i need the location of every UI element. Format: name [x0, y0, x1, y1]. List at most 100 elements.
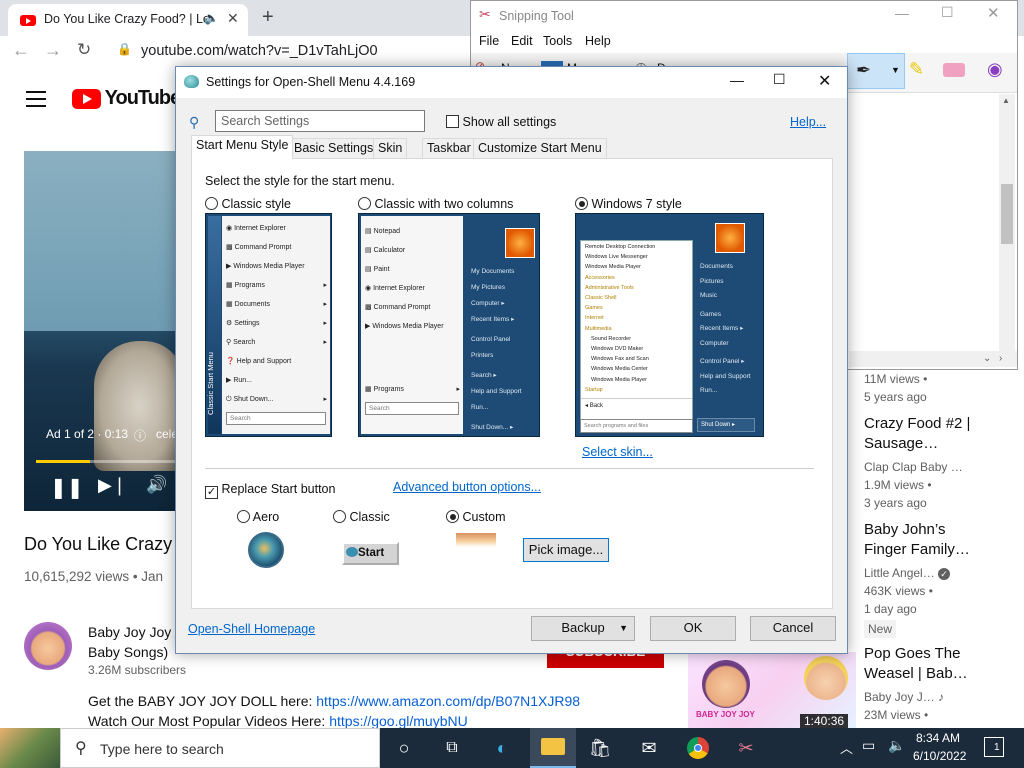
- url-text[interactable]: youtube.com/watch?v=_D1vTahLjO0: [141, 43, 378, 59]
- rec-item-3[interactable]: Baby John’s Finger Family… Little Angel……: [864, 520, 970, 638]
- popular-videos-link[interactable]: https://goo.gl/muybNU: [329, 713, 468, 729]
- next-icon[interactable]: ▶❘: [98, 475, 127, 496]
- tab-customize-start-menu[interactable]: Customize Start Menu: [473, 138, 607, 158]
- taskbar-explorer-button[interactable]: [530, 728, 576, 768]
- cancel-button[interactable]: Cancel: [750, 616, 836, 641]
- channel-avatar[interactable]: [24, 622, 72, 670]
- dialog-minimize-icon[interactable]: —: [730, 72, 744, 88]
- description-line-1: Get the BABY JOY JOY DOLL here: https://…: [88, 693, 581, 709]
- show-all-settings[interactable]: Show all settings: [446, 115, 556, 129]
- help-link[interactable]: Help...: [790, 115, 826, 129]
- snip-maximize-icon[interactable]: ☐: [941, 4, 954, 21]
- highlighter-icon[interactable]: ✎: [909, 59, 924, 80]
- chrome-taskbar-icon[interactable]: [686, 736, 710, 760]
- cortana-icon[interactable]: ○: [392, 736, 416, 760]
- tab-taskbar[interactable]: Taskbar: [422, 138, 476, 158]
- windows7-style-preview[interactable]: Remote Desktop Connection Windows Live M…: [575, 213, 764, 437]
- two-columns-preview[interactable]: ▤ Notepad ▤ Calculator ▤ Paint ◉ Interne…: [358, 213, 540, 437]
- taskbar-search-box[interactable]: ⚲ Type here to search: [60, 728, 380, 768]
- amazon-link[interactable]: https://www.amazon.com/dp/B07N1XJR98: [316, 693, 580, 709]
- lock-icon[interactable]: 🔒: [117, 42, 132, 56]
- menu-tools[interactable]: Tools: [543, 34, 572, 48]
- tab-skin[interactable]: Skin: [373, 138, 408, 158]
- menu-edit[interactable]: Edit: [511, 34, 533, 48]
- youtube-logo[interactable]: YouTube: [72, 87, 181, 110]
- replace-start-button-checkbox[interactable]: ✓ Replace Start button: [205, 482, 335, 499]
- new-badge: New: [864, 620, 897, 638]
- new-tab-button[interactable]: +: [262, 6, 274, 29]
- paint3d-icon[interactable]: ◉: [987, 59, 1003, 80]
- tab-basic-settings[interactable]: Basic Settings: [289, 138, 379, 158]
- rec-item-4[interactable]: Pop Goes The Weasel | Bab… Baby Joy J… ♪…: [864, 644, 968, 724]
- hamburger-menu-icon[interactable]: [26, 91, 46, 107]
- clock-date[interactable]: 6/10/2022: [913, 749, 966, 763]
- video-title: Do You Like Crazy: [24, 534, 173, 554]
- dialog-close-icon[interactable]: ✕: [818, 71, 831, 91]
- pen-tool-button[interactable]: ✒ ▼: [847, 53, 905, 89]
- show-hidden-icons[interactable]: ︿: [840, 738, 853, 757]
- rec-item-1[interactable]: 11M views • 5 years ago: [864, 370, 927, 406]
- task-view-icon[interactable]: ⧉: [440, 736, 464, 760]
- radio-classic-two-columns[interactable]: Classic with two columns: [358, 197, 513, 211]
- rec-item-2[interactable]: Crazy Food #2 | Sausage… Clap Clap Baby …: [864, 414, 970, 512]
- menu-file[interactable]: File: [479, 34, 499, 48]
- volume-taskbar-icon[interactable]: 🔈: [888, 737, 905, 754]
- scroll-down-icon[interactable]: ⌄: [983, 353, 991, 364]
- search-settings-input[interactable]: Search Settings: [215, 110, 425, 132]
- dialog-maximize-icon[interactable]: ☐: [773, 71, 786, 88]
- radio-aero[interactable]: Aero: [237, 510, 279, 524]
- select-skin-link[interactable]: Select skin...: [582, 445, 653, 459]
- snip-minimize-icon[interactable]: —: [895, 5, 909, 21]
- snipping-menubar: File Edit Tools Help: [471, 31, 1017, 51]
- tab-start-menu-style[interactable]: Start Menu Style: [191, 135, 294, 159]
- notification-center-icon[interactable]: 1: [984, 737, 1004, 757]
- network-icon[interactable]: ▭: [862, 737, 875, 754]
- scroll-up-icon[interactable]: ▲: [1002, 96, 1010, 105]
- classic-style-preview[interactable]: Classic Start Menu ◉ Internet Explorer ▩…: [205, 213, 332, 437]
- aero-button-preview: [248, 532, 284, 568]
- progress-bar[interactable]: [36, 460, 184, 463]
- advanced-button-options-link[interactable]: Advanced button options...: [393, 480, 541, 494]
- show-all-checkbox[interactable]: [446, 115, 459, 128]
- start-button[interactable]: [0, 728, 60, 768]
- snip-horizontal-scrollbar[interactable]: › ⌄: [849, 351, 1017, 367]
- pause-icon[interactable]: ❚❚: [50, 475, 84, 500]
- forward-arrow-icon[interactable]: →: [44, 40, 62, 61]
- tab-audio-icon[interactable]: 🔈: [204, 11, 219, 25]
- eraser-icon[interactable]: [943, 63, 965, 77]
- backup-button[interactable]: Backup ▼: [531, 616, 635, 641]
- clock-time[interactable]: 8:34 AM: [916, 731, 960, 745]
- radio-custom-button[interactable]: Custom: [446, 510, 506, 524]
- reload-icon[interactable]: ↻: [77, 40, 91, 60]
- edge-icon[interactable]: ◐: [490, 736, 514, 760]
- snipping-title: Snipping Tool: [499, 9, 574, 23]
- info-icon[interactable]: ⓘ: [134, 427, 146, 444]
- scroll-right-icon[interactable]: ›: [999, 353, 1002, 364]
- snip-close-icon[interactable]: ✕: [987, 4, 1000, 22]
- video-views: 10,615,292 views • Jan: [24, 569, 164, 584]
- volume-icon[interactable]: 🔊: [146, 475, 167, 495]
- dialog-title: Settings for Open-Shell Menu 4.4.169: [206, 75, 416, 89]
- rec-thumbnail-4[interactable]: BABY JOY JOY 1:40:36: [688, 652, 856, 728]
- snip-vertical-scrollbar[interactable]: ▲: [999, 94, 1015, 358]
- ok-button[interactable]: OK: [650, 616, 736, 641]
- channel-name[interactable]: Baby Joy Joy: [88, 624, 171, 640]
- radio-classic-style[interactable]: Classic style: [205, 197, 291, 211]
- back-arrow-icon[interactable]: ←: [12, 40, 30, 61]
- radio-windows7-style[interactable]: Windows 7 style: [575, 197, 682, 211]
- menu-help[interactable]: Help: [585, 34, 611, 48]
- pen-dropdown-icon[interactable]: ▼: [891, 65, 900, 75]
- store-icon[interactable]: 🛍: [588, 736, 612, 760]
- tab-close-icon[interactable]: ✕: [227, 10, 239, 27]
- mail-icon[interactable]: ✉: [637, 736, 661, 760]
- scroll-thumb[interactable]: [1001, 184, 1013, 244]
- tab-panel: Select the style for the start menu. Cla…: [191, 158, 833, 609]
- verified-icon: ✓: [938, 568, 951, 580]
- select-style-label: Select the style for the start menu.: [205, 174, 395, 188]
- browser-tab[interactable]: Do You Like Crazy Food? | Le 🔈 ✕: [8, 4, 248, 36]
- open-shell-homepage-link[interactable]: Open-Shell Homepage: [188, 622, 315, 636]
- snipping-tool-taskbar-icon[interactable]: ✂: [734, 736, 758, 760]
- radio-classic-button[interactable]: Classic: [333, 510, 390, 524]
- pick-image-button[interactable]: Pick image...: [523, 538, 609, 562]
- video-player[interactable]: Ad 1 of 2 · 0:13 ⓘ cele ❚❚ ▶❘ 🔊: [24, 151, 184, 511]
